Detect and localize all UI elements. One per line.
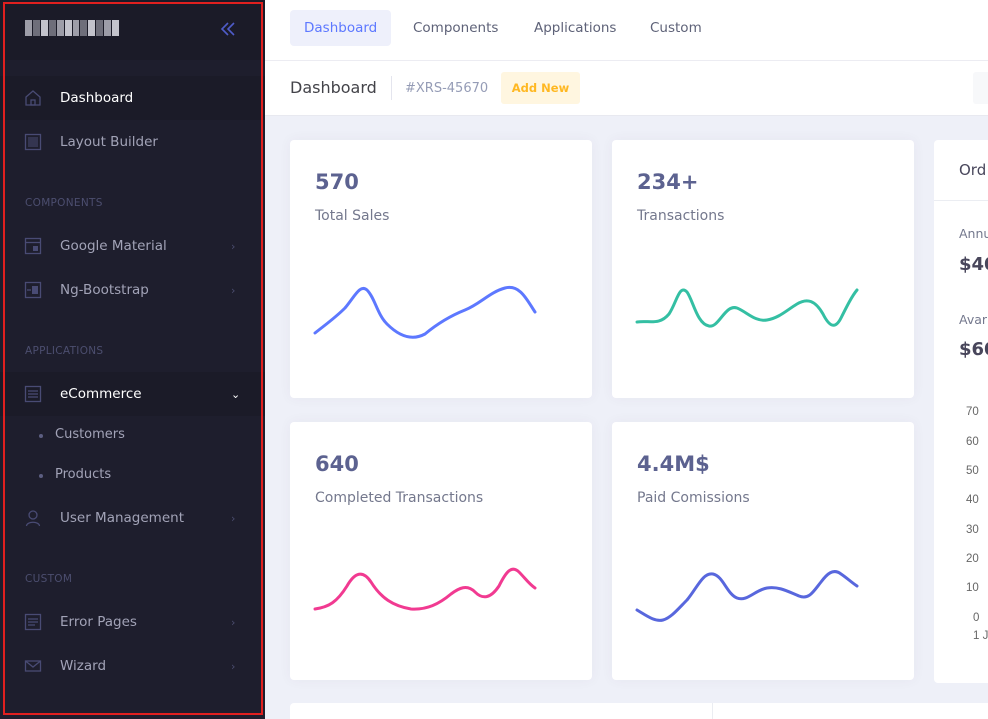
y-tick-label: 30 <box>966 524 979 536</box>
chevron-right-icon: › <box>231 615 236 629</box>
annual-value: $40 <box>959 254 988 275</box>
sidebar-item-google-material[interactable]: Google Material › <box>0 224 265 268</box>
sparkline-line <box>313 567 537 611</box>
sidebar-item-label: Layout Builder <box>60 134 158 150</box>
y-tick-label: 20 <box>966 553 979 565</box>
sidebar-item-label: Google Material <box>60 238 167 254</box>
y-tick-label: 50 <box>966 465 979 477</box>
sidebar-item-label: Ng-Bootstrap <box>60 282 149 298</box>
sidebar-subitem-customers[interactable]: Customers <box>0 418 265 454</box>
bullet-icon <box>39 474 43 478</box>
stat-card-total-sales: 570 Total Sales <box>290 140 592 398</box>
annual-label: Annu <box>959 226 988 241</box>
subheader-divider <box>391 76 392 100</box>
sparkline-chart <box>313 285 537 339</box>
sidebar-subitem-products[interactable]: Products <box>0 458 265 494</box>
mail-icon <box>24 660 42 672</box>
y-tick-label: 0 <box>973 612 980 624</box>
brand-logo[interactable] <box>25 20 120 36</box>
stat-value: 570 <box>315 170 359 194</box>
stat-card-transactions: 234+ Transactions <box>612 140 914 398</box>
sidebar-item-error-pages[interactable]: Error Pages › <box>0 600 265 644</box>
section-title-applications: APPLICATIONS <box>25 345 104 357</box>
tab-components[interactable]: Components <box>399 10 512 46</box>
average-label: Avar <box>959 312 988 327</box>
stat-value: 4.4M$ <box>637 452 710 476</box>
top-navigation: Dashboard Components Applications Custom <box>265 0 988 61</box>
section-title-components: COMPONENTS <box>25 197 103 209</box>
sparkline-chart <box>635 570 859 622</box>
section-title-custom: CUSTOM <box>25 573 73 585</box>
orders-divider <box>934 200 988 201</box>
tab-custom[interactable]: Custom <box>636 10 716 46</box>
bootstrap-icon <box>24 281 42 299</box>
stat-label: Paid Comissions <box>637 490 750 506</box>
sidebar-subitem-label: Customers <box>55 427 125 442</box>
sidebar-item-ecommerce[interactable]: eCommerce ⌄ <box>0 372 265 416</box>
tab-dashboard[interactable]: Dashboard <box>290 10 392 46</box>
subheader-toolbar-button[interactable] <box>973 72 988 104</box>
sidebar-item-label: eCommerce <box>60 386 142 402</box>
layout-icon <box>24 133 42 151</box>
bottom-card-divider <box>712 703 713 719</box>
page-title: Dashboard <box>290 78 377 97</box>
x-tick-label: 1 J <box>973 630 988 642</box>
y-tick-label: 40 <box>966 494 979 506</box>
stat-label: Total Sales <box>315 208 390 224</box>
chevron-right-icon: › <box>231 511 236 525</box>
stat-label: Transactions <box>637 208 725 224</box>
sparkline-chart <box>313 567 537 611</box>
chevron-down-icon: ⌄ <box>231 387 241 401</box>
y-tick-label: 60 <box>966 436 979 448</box>
add-new-button[interactable]: Add New <box>501 72 580 104</box>
sidebar-item-wizard[interactable]: Wizard › <box>0 644 265 688</box>
sparkline-line <box>313 285 537 339</box>
sidebar-item-layout-builder[interactable]: Layout Builder <box>0 120 265 164</box>
stat-card-paid-comissions: 4.4M$ Paid Comissions <box>612 422 914 680</box>
tab-applications[interactable]: Applications <box>520 10 630 46</box>
orders-card: Ord Annu $40 Avar $60 70 60 50 40 30 20 … <box>934 140 988 683</box>
stat-card-completed-transactions: 640 Completed Transactions <box>290 422 592 680</box>
sparkline-line <box>635 570 859 622</box>
chevron-right-icon: › <box>231 283 236 297</box>
bullet-icon <box>39 434 43 438</box>
sidebar-brand <box>0 0 265 60</box>
home-icon <box>25 90 41 106</box>
sidebar-item-label: User Management <box>60 510 184 526</box>
stat-value: 234+ <box>637 170 699 194</box>
material-icon <box>24 237 42 255</box>
collapse-sidebar-icon[interactable] <box>218 19 238 39</box>
sidebar-item-ng-bootstrap[interactable]: Ng-Bootstrap › <box>0 268 265 312</box>
chevron-right-icon: › <box>231 659 236 673</box>
sidebar-item-dashboard[interactable]: Dashboard <box>0 76 265 120</box>
average-value: $60 <box>959 339 988 360</box>
page-code: #XRS-45670 <box>405 81 489 96</box>
sparkline-line <box>635 288 859 328</box>
sparkline-chart <box>635 288 859 328</box>
user-icon <box>25 510 41 527</box>
stat-value: 640 <box>315 452 359 476</box>
sidebar-item-label: Wizard <box>60 658 107 674</box>
list-icon <box>24 385 42 403</box>
y-tick-label: 70 <box>966 406 979 418</box>
bottom-card <box>290 703 988 719</box>
orders-title: Ord <box>959 161 987 179</box>
stat-label: Completed Transactions <box>315 490 484 506</box>
sidebar-item-label: Dashboard <box>60 90 134 106</box>
sidebar-item-user-management[interactable]: User Management › <box>0 496 265 540</box>
subheader: Dashboard #XRS-45670 Add New <box>265 61 988 116</box>
y-tick-label: 10 <box>966 582 979 594</box>
sidebar-item-label: Error Pages <box>60 614 137 630</box>
chevron-right-icon: › <box>231 239 236 253</box>
sidebar-subitem-label: Products <box>55 467 112 482</box>
document-icon <box>24 613 42 631</box>
sidebar: Dashboard Layout Builder COMPONENTS Goog… <box>0 0 265 719</box>
